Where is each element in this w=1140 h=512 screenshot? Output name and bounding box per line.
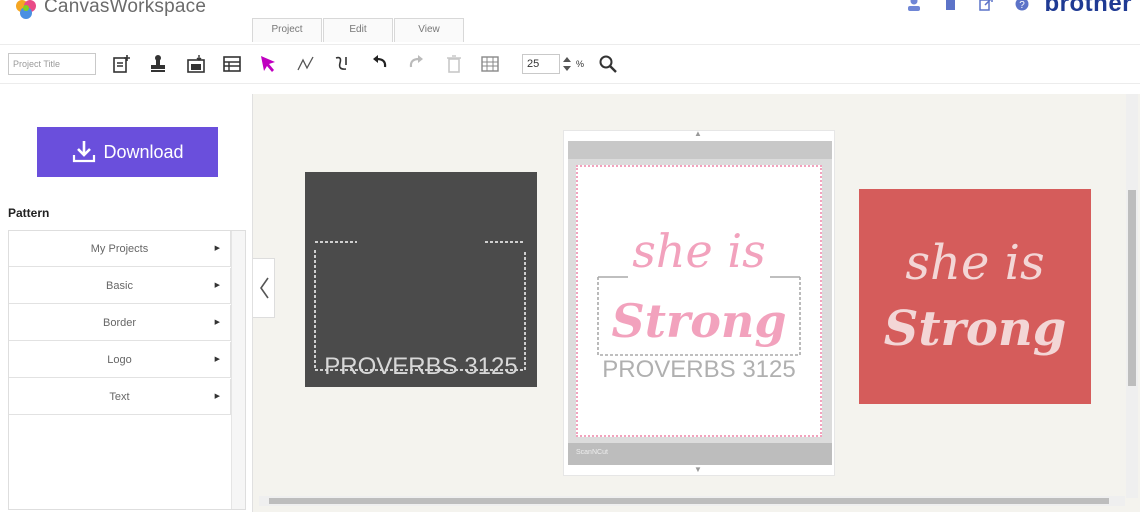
tab-edit[interactable]: Edit (323, 18, 393, 42)
canvas-area[interactable]: PROVERBS 3125 ▲ she is Strong PROVERBS 3… (252, 94, 1140, 512)
pattern-item-basic[interactable]: Basic ▶ (9, 268, 231, 304)
red-text-line1: she is (905, 235, 1044, 291)
tab-project[interactable]: Project (252, 18, 322, 42)
tab-view[interactable]: View (394, 18, 464, 42)
header-right: ? brother (885, 0, 1140, 17)
download-icon (73, 141, 96, 163)
dark-frame-graphic: PROVERBS 3125 (314, 241, 526, 380)
collapse-sidebar-button[interactable] (253, 258, 275, 318)
mat-bottom-strip: ScanNCut (568, 443, 832, 465)
pattern-item-label: Border (102, 317, 137, 329)
pattern-item-label: My Projects (90, 243, 149, 255)
user-icon[interactable] (907, 0, 921, 11)
export-icon[interactable] (978, 0, 993, 11)
chevron-left-icon (259, 277, 269, 299)
zoom-unit: % (576, 59, 585, 69)
caret-right-icon: ▶ (214, 356, 220, 363)
pattern-item-label: Logo (107, 354, 132, 366)
freehand-icon (335, 56, 347, 70)
grid-icon (481, 56, 499, 72)
red-text-line2: Strong (884, 301, 1067, 357)
redo-icon (409, 55, 423, 68)
stamp-button[interactable] (146, 52, 170, 76)
zoom-input[interactable] (522, 54, 560, 74)
import-button[interactable] (184, 52, 208, 76)
mat-body: she is Strong PROVERBS 3125 (568, 159, 832, 443)
grid-button[interactable] (478, 52, 502, 76)
brand-logo: brother (1044, 0, 1132, 17)
horizontal-scroll-thumb[interactable] (269, 498, 1109, 504)
canvas-horizontal-scrollbar[interactable] (259, 496, 1125, 506)
select-tool-button[interactable] (256, 52, 280, 76)
new-project-icon (113, 55, 130, 73)
zoom-stepper[interactable] (562, 54, 572, 74)
draw-line-icon (297, 56, 314, 71)
sidebar-scrollbar[interactable] (231, 231, 245, 509)
download-button-label: Download (103, 141, 184, 162)
mat-text-line2: Strong (612, 294, 787, 348)
svg-text:?: ? (1019, 0, 1025, 11)
red-design[interactable]: she is Strong (859, 189, 1091, 404)
document-icon[interactable] (943, 0, 957, 11)
mat-down-caret-icon: ▼ (694, 465, 702, 474)
delete-button[interactable] (442, 52, 466, 76)
mat-up-caret-icon: ▲ (694, 129, 702, 138)
undo-icon (373, 55, 387, 68)
help-icon[interactable]: ? (1015, 0, 1029, 11)
project-title-input[interactable] (8, 53, 96, 75)
caret-right-icon: ▶ (214, 393, 220, 400)
draw-line-button[interactable] (294, 52, 318, 76)
pattern-item-label: Text (109, 391, 130, 403)
menu-tabs: Project Edit View (252, 18, 465, 42)
app-logo (16, 0, 36, 19)
delete-icon (447, 55, 461, 73)
mat-design-graphic: she is Strong PROVERBS 3125 (597, 224, 801, 383)
zoom-search-button[interactable] (596, 52, 620, 76)
pattern-item-text[interactable]: Text ▶ (9, 379, 231, 415)
download-button[interactable]: Download (37, 127, 218, 177)
app-title: CanvasWorkspace (44, 0, 207, 17)
redo-button[interactable] (404, 52, 428, 76)
import-icon (187, 55, 205, 73)
caret-right-icon: ▶ (214, 319, 220, 326)
pattern-list: My Projects ▶ Basic ▶ Border ▶ Logo ▶ Te… (8, 230, 246, 510)
red-design-graphic: she is Strong (884, 235, 1067, 357)
template-button[interactable] (220, 52, 244, 76)
pattern-item-logo[interactable]: Logo ▶ (9, 342, 231, 378)
stamp-icon (151, 55, 165, 72)
mat-text-line1: she is (632, 224, 765, 278)
zoom-search-icon (599, 55, 617, 73)
mat-text-line3: PROVERBS 3125 (602, 356, 795, 383)
mat-preview[interactable]: ▲ she is Strong PROVERBS 3125 ScanNCut ▼ (563, 129, 835, 476)
mat-cutting-area: she is Strong PROVERBS 3125 (576, 165, 822, 437)
select-arrow-icon (261, 56, 275, 72)
freehand-button[interactable] (330, 52, 354, 76)
caret-right-icon: ▶ (214, 282, 220, 289)
app-header: CanvasWorkspace Project Edit View ? brot… (0, 0, 1140, 44)
mat-top-strip (568, 141, 832, 159)
vertical-scroll-thumb[interactable] (1128, 190, 1136, 386)
toolbar: % (0, 44, 1140, 84)
canvas-vertical-scrollbar[interactable] (1126, 94, 1138, 498)
new-project-button[interactable] (110, 52, 134, 76)
sidebar: Download Pattern My Projects ▶ Basic ▶ B… (0, 85, 250, 512)
dark-frame-design[interactable]: PROVERBS 3125 (305, 172, 537, 387)
pattern-heading: Pattern (8, 206, 50, 220)
mat-label: ScanNCut (576, 449, 608, 456)
undo-button[interactable] (368, 52, 392, 76)
dark-design-text: PROVERBS 3125 (324, 353, 517, 380)
template-icon (223, 56, 241, 72)
pattern-item-border[interactable]: Border ▶ (9, 305, 231, 341)
caret-right-icon: ▶ (214, 245, 220, 252)
pattern-item-my-projects[interactable]: My Projects ▶ (9, 231, 231, 267)
pattern-item-label: Basic (106, 280, 133, 292)
